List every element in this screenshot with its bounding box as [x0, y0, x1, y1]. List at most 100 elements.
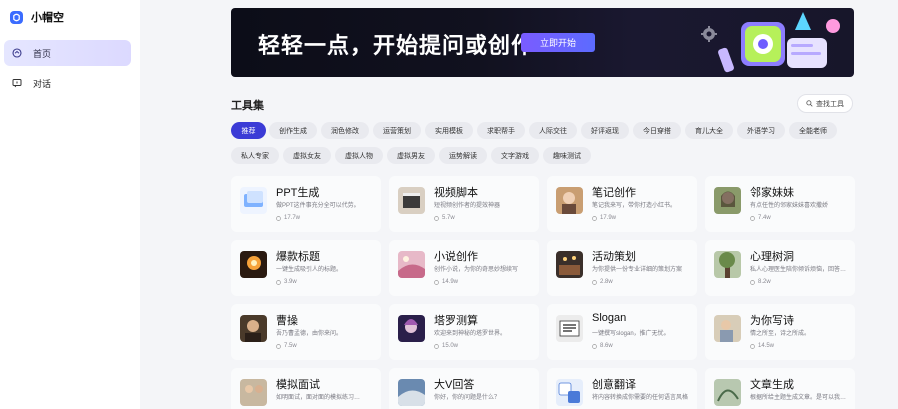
creative-translation-thumbnail: [556, 379, 583, 406]
app-name: 小帽空: [31, 12, 64, 24]
usage-count: 7.4w: [758, 215, 771, 221]
tag-item[interactable]: 文字游戏: [491, 147, 539, 164]
tool-card-neighbor-sister[interactable]: 邻家妹妹 有点任性的邻家妹妹喜欢撒娇 7.4w: [705, 176, 855, 232]
card-description: 有点任性的邻家妹妹喜欢撒娇: [750, 203, 829, 209]
tool-card-caocao[interactable]: 曹操 吾乃曹孟德，由你来问。 7.5w: [231, 304, 381, 360]
tag-item[interactable]: 润色修改: [321, 122, 369, 139]
app-logo-icon: [10, 10, 23, 24]
card-title: 模拟面试: [276, 379, 320, 391]
usage-icon: [750, 279, 755, 285]
usage-count: 7.5w: [284, 343, 297, 349]
usage-count: 3.9w: [284, 279, 297, 285]
tag-item[interactable]: 创作生成: [269, 122, 317, 139]
card-title: 创意翻译: [592, 379, 636, 391]
usage-icon: [592, 215, 597, 221]
tool-card-tarot[interactable]: 塔罗测算 欢迎来到神秘的塔罗世界。 15.0w: [389, 304, 539, 360]
card-description: 做PPT这件事充分全可以代劳。: [276, 203, 360, 209]
card-description: 短视频创作者的提效神器: [434, 203, 501, 209]
usage-count: 17.7w: [284, 215, 301, 221]
mock-interview-thumbnail: [240, 379, 267, 406]
usage-icon: [592, 343, 597, 349]
card-description: 情之所至，诗之所成。: [750, 331, 811, 337]
tag-item[interactable]: 运营策划: [373, 122, 421, 139]
card-title: Slogan: [592, 312, 627, 324]
card-title: 视频脚本: [434, 187, 478, 199]
card-title: 小说创作: [434, 251, 478, 263]
card-description: 一键撰写slogan，推广无忧。: [592, 331, 670, 337]
tag-item[interactable]: 人际交往: [529, 122, 577, 139]
tag-item[interactable]: 趣味测试: [543, 147, 591, 164]
tag-item[interactable]: 育儿大全: [685, 122, 733, 139]
start-now-button[interactable]: 立即开始: [521, 33, 595, 52]
search-label: 查找工具: [816, 100, 844, 108]
tag-recommended[interactable]: 推荐: [231, 122, 266, 139]
tool-card-mock-interview[interactable]: 模拟面试 如明面试，面对面的模拟练习…: [231, 368, 381, 409]
nav-item-chat[interactable]: 对话: [4, 70, 131, 96]
tag-item[interactable]: 今日穿搭: [633, 122, 681, 139]
tool-card-slogan[interactable]: Slogan 一键撰写slogan，推广无忧。 8.6w: [547, 304, 697, 360]
usage-icon: [434, 343, 439, 349]
tool-card-article[interactable]: 文章生成 根据所给主题生成文章。是可以我…: [705, 368, 855, 409]
tag-item[interactable]: 虚拟男友: [387, 147, 435, 164]
brand[interactable]: 小帽空: [10, 9, 64, 25]
chat-icon: [12, 78, 22, 88]
tag-item[interactable]: 好评返现: [581, 122, 629, 139]
tool-card-event-planning[interactable]: 活动策划 为你提供一份专业详细的策划方案 2.8w: [547, 240, 697, 296]
tag-item[interactable]: 求职帮手: [477, 122, 525, 139]
card-title: 爆款标题: [276, 251, 320, 263]
usage-icon: [750, 343, 755, 349]
card-description: 为你提供一份专业详细的策划方案: [592, 267, 683, 273]
video-script-thumbnail: [398, 187, 425, 214]
tool-card-notes[interactable]: 笔记创作 笔记我来写，带你打造小红书。 17.9w: [547, 176, 697, 232]
tag-item[interactable]: 全能老师: [789, 122, 837, 139]
tool-card-novel[interactable]: 小说创作 创作小说，为你的奇思妙想续写 14.9w: [389, 240, 539, 296]
card-title: 为你写诗: [750, 315, 794, 327]
usage-count: 2.8w: [600, 279, 613, 285]
card-title: 塔罗测算: [434, 315, 478, 327]
tag-item[interactable]: 实用模板: [425, 122, 473, 139]
tag-item[interactable]: 运势解读: [439, 147, 487, 164]
tool-card-video-script[interactable]: 视频脚本 短视频创作者的提效神器 5.7w: [389, 176, 539, 232]
headline-thumbnail: [240, 251, 267, 278]
tool-card-creative-translation[interactable]: 创意翻译 将内容转换成你需要的任何语言风格: [547, 368, 697, 409]
tag-item[interactable]: 虚拟女友: [283, 147, 331, 164]
card-title: 曹操: [276, 315, 298, 327]
card-title: 文章生成: [750, 379, 794, 391]
nav-item-home[interactable]: 首页: [4, 40, 131, 66]
usage-count: 14.9w: [442, 279, 459, 285]
tag-item[interactable]: 外语学习: [737, 122, 785, 139]
card-description: 将内容转换成你需要的任何语言风格: [592, 395, 689, 401]
tag-item[interactable]: 虚拟人物: [335, 147, 383, 164]
poem-thumbnail: [714, 315, 741, 342]
card-description: 根据所给主题生成文章。是可以我…: [750, 395, 847, 401]
article-thumbnail: [714, 379, 741, 406]
notes-thumbnail: [556, 187, 583, 214]
home-icon: [12, 48, 22, 58]
usage-count: 8.2w: [758, 279, 771, 285]
tool-card-tree-hole[interactable]: 心理树洞 私人心理医生陪你倾诉烦恼，回答… 8.2w: [705, 240, 855, 296]
tool-card-ppt[interactable]: PPT生成 做PPT这件事充分全可以代劳。 17.7w: [231, 176, 381, 232]
card-description: 一键生成吸引人的标题。: [276, 267, 343, 273]
hero-banner[interactable]: 轻轻一点，开始提问或创作 立即开始: [231, 8, 854, 77]
tool-search-input[interactable]: 查找工具: [797, 94, 853, 113]
card-description: 笔记我来写，带你打造小红书。: [592, 203, 677, 209]
usage-count: 17.9w: [600, 215, 617, 221]
banner-illustration: [701, 12, 840, 73]
slogan-thumbnail: [556, 315, 583, 342]
card-description: 欢迎来到神秘的塔罗世界。: [434, 331, 507, 337]
nav-item-label: 对话: [33, 78, 52, 89]
usage-count: 15.0w: [442, 343, 459, 349]
neighbor-sister-thumbnail: [714, 187, 741, 214]
card-title: 笔记创作: [592, 187, 636, 199]
card-title: 心理树洞: [750, 251, 794, 263]
ppt-thumbnail: [240, 187, 267, 214]
tool-card-poem[interactable]: 为你写诗 情之所至，诗之所成。 14.5w: [705, 304, 855, 360]
tag-item[interactable]: 私人专家: [231, 147, 279, 164]
card-description: 如明面试，面对面的模拟练习…: [276, 395, 361, 401]
tool-card-headline[interactable]: 爆款标题 一键生成吸引人的标题。 3.9w: [231, 240, 381, 296]
tree-hole-thumbnail: [714, 251, 741, 278]
tool-card-bigv-answer[interactable]: 大V回答 你好，你的问题是什么？: [389, 368, 539, 409]
usage-icon: [750, 215, 755, 221]
caocao-thumbnail: [240, 315, 267, 342]
usage-count: 14.5w: [758, 343, 775, 349]
